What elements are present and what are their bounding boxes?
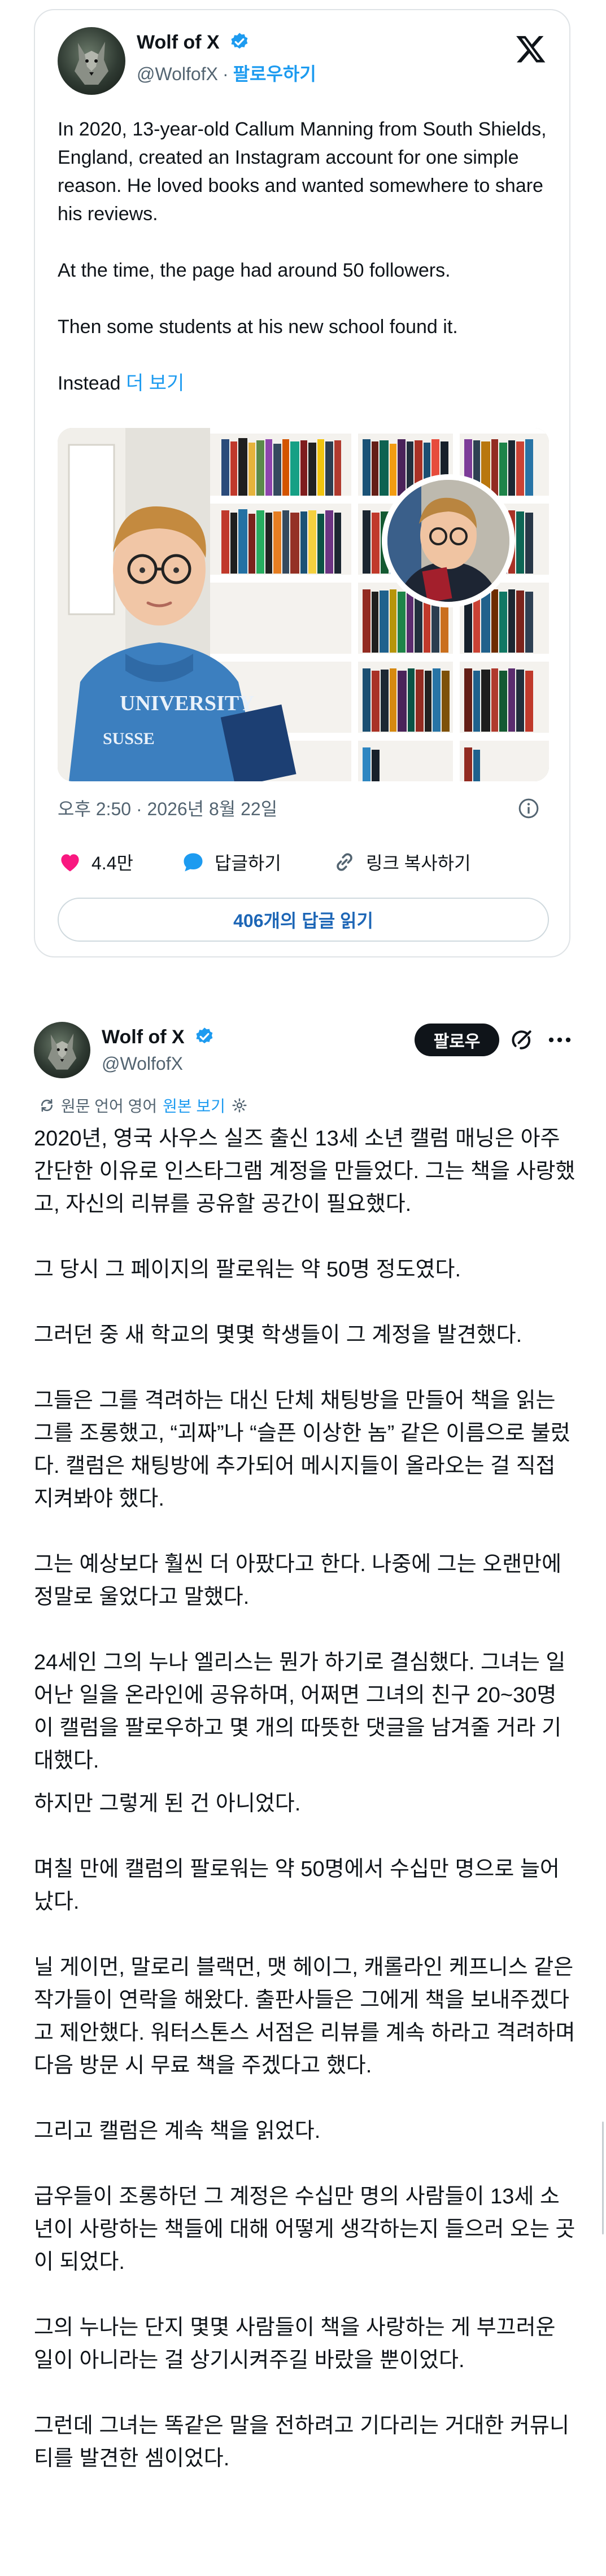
reply-bubble-icon — [184, 853, 203, 872]
link-icon — [337, 853, 352, 871]
shirt-text-2: SUSSE — [103, 729, 155, 748]
verified-badge-icon — [196, 1027, 213, 1044]
author-handle-row: @WolfofX · 팔로우하기 — [137, 60, 316, 86]
show-more-link[interactable]: 더 보기 — [126, 373, 184, 394]
action-bar: 4.4만 답글하기 링크 복사하기 — [58, 849, 549, 877]
read-replies-button[interactable]: 406개의 답글 읽기 — [58, 898, 549, 942]
avatar[interactable] — [58, 27, 125, 95]
avatar[interactable] — [34, 1022, 90, 1078]
post-paragraph: 그러던 중 새 학교의 몇몇 학생들이 그 계정을 발견했다. — [34, 1323, 522, 1347]
post-paragraph: 닐 게이먼, 말로리 블랙먼, 맷 헤이그, 캐롤라인 케프니스 같은 작가들이… — [34, 1956, 576, 2078]
post-paragraph: 그 당시 그 페이지의 팔로워는 약 50명 정도였다. — [34, 1258, 461, 1282]
post-paragraph: 그들은 그를 격려하는 대신 단체 채팅방을 만들어 책을 읽는 그를 조롱했고… — [34, 1389, 570, 1511]
follow-button[interactable]: 팔로우 — [415, 1024, 499, 1056]
source-language-label: 원문 언어 영어 — [61, 1097, 158, 1115]
reply-button[interactable]: 답글하기 — [181, 849, 281, 875]
post-timestamp[interactable]: 오후 2:50 · 2026년 8월 22일 — [58, 795, 277, 821]
author-handle[interactable]: @WolfofX — [137, 64, 218, 84]
like-count: 4.4만 — [91, 853, 133, 873]
author-name-row[interactable]: Wolf of X — [102, 1026, 215, 1048]
post-paragraph: 그런데 그녀는 똑같은 말을 전하려고 기다리는 거대한 커뮤니티를 발견한 셈… — [34, 2414, 569, 2470]
post-paragraph: 그리고 캘럼은 계속 책을 읽었다. — [34, 2119, 321, 2143]
scrollbar[interactable] — [602, 2122, 604, 2234]
grok-icon[interactable] — [509, 1027, 534, 1052]
more-icon[interactable] — [546, 1027, 574, 1052]
post-paragraph: 급우들이 조롱하던 그 계정은 수십만 명의 사람들이 13세 소년이 사랑하는… — [34, 2185, 576, 2274]
post-paragraph: 하지만 그렇게 된 건 아니었다. — [34, 1792, 301, 1816]
post-truncated-line: Instead — [58, 373, 121, 394]
post-paragraph: In 2020, 13-year-old Callum Manning from… — [58, 119, 547, 225]
post-paragraph: 그는 예상보다 훨씬 더 아팠다고 한다. 나중에 그는 오랜만에 정말로 울었… — [34, 1552, 562, 1609]
author-name-row[interactable]: Wolf of X — [137, 32, 250, 54]
author-name[interactable]: Wolf of X — [137, 32, 220, 53]
heart-icon — [61, 854, 79, 872]
verified-badge-icon — [231, 33, 248, 49]
settings-icon[interactable] — [231, 1097, 248, 1114]
copy-link-button[interactable]: 링크 복사하기 — [332, 849, 471, 875]
wolf-avatar-image — [47, 1033, 77, 1070]
post-body: 2020년, 영국 사우스 실즈 출신 13세 소년 캘럼 매닝은 아주 간단한… — [34, 1122, 576, 2475]
x-logo-icon[interactable] — [515, 33, 547, 64]
translate-icon — [41, 1099, 53, 1112]
author-name[interactable]: Wolf of X — [102, 1026, 185, 1048]
post-paragraph: 그의 누나는 단지 몇몇 사람들이 책을 사랑하는 게 부끄러운 일이 아니라는… — [34, 2316, 556, 2372]
like-button[interactable]: 4.4만 — [58, 849, 133, 875]
author-handle[interactable]: @WolfofX — [102, 1053, 183, 1074]
reply-label: 답글하기 — [215, 853, 281, 873]
translation-notice: 원문 언어 영어 원본 보기 — [38, 1094, 248, 1117]
post-body: In 2020, 13-year-old Callum Manning from… — [58, 115, 549, 397]
photo-boy-with-bookshelf: UNIVERSITY SUSSE — [58, 428, 549, 781]
follow-link[interactable]: 팔로우하기 — [233, 64, 316, 84]
post-photo[interactable]: UNIVERSITY SUSSE — [58, 428, 549, 781]
shirt-text: UNIVERSITY — [120, 692, 255, 715]
post-paragraph: 며칠 만에 캘럼의 팔로워는 약 50명에서 수십만 명으로 늘어났다. — [34, 1857, 560, 1914]
post-paragraph: Then some students at his new school fou… — [58, 316, 458, 338]
separator: · — [222, 64, 229, 84]
post-paragraph: At the time, the page had around 50 foll… — [58, 260, 451, 281]
copy-link-label: 링크 복사하기 — [366, 853, 471, 873]
post-paragraph: 2020년, 영국 사우스 실즈 출신 13세 소년 캘럼 매닝은 아주 간단한… — [34, 1127, 576, 1216]
wolf-avatar-image — [75, 42, 108, 85]
post-paragraph: 24세인 그의 누나 엘리스는 뭔가 하기로 결심했다. 그녀는 일어난 일을 … — [34, 1651, 566, 1773]
view-original-link[interactable]: 원본 보기 — [163, 1094, 225, 1117]
info-icon[interactable] — [517, 797, 540, 820]
embedded-post-card[interactable]: Wolf of X @WolfofX · 팔로우하기 In 2020, 13-yea… — [34, 9, 570, 957]
